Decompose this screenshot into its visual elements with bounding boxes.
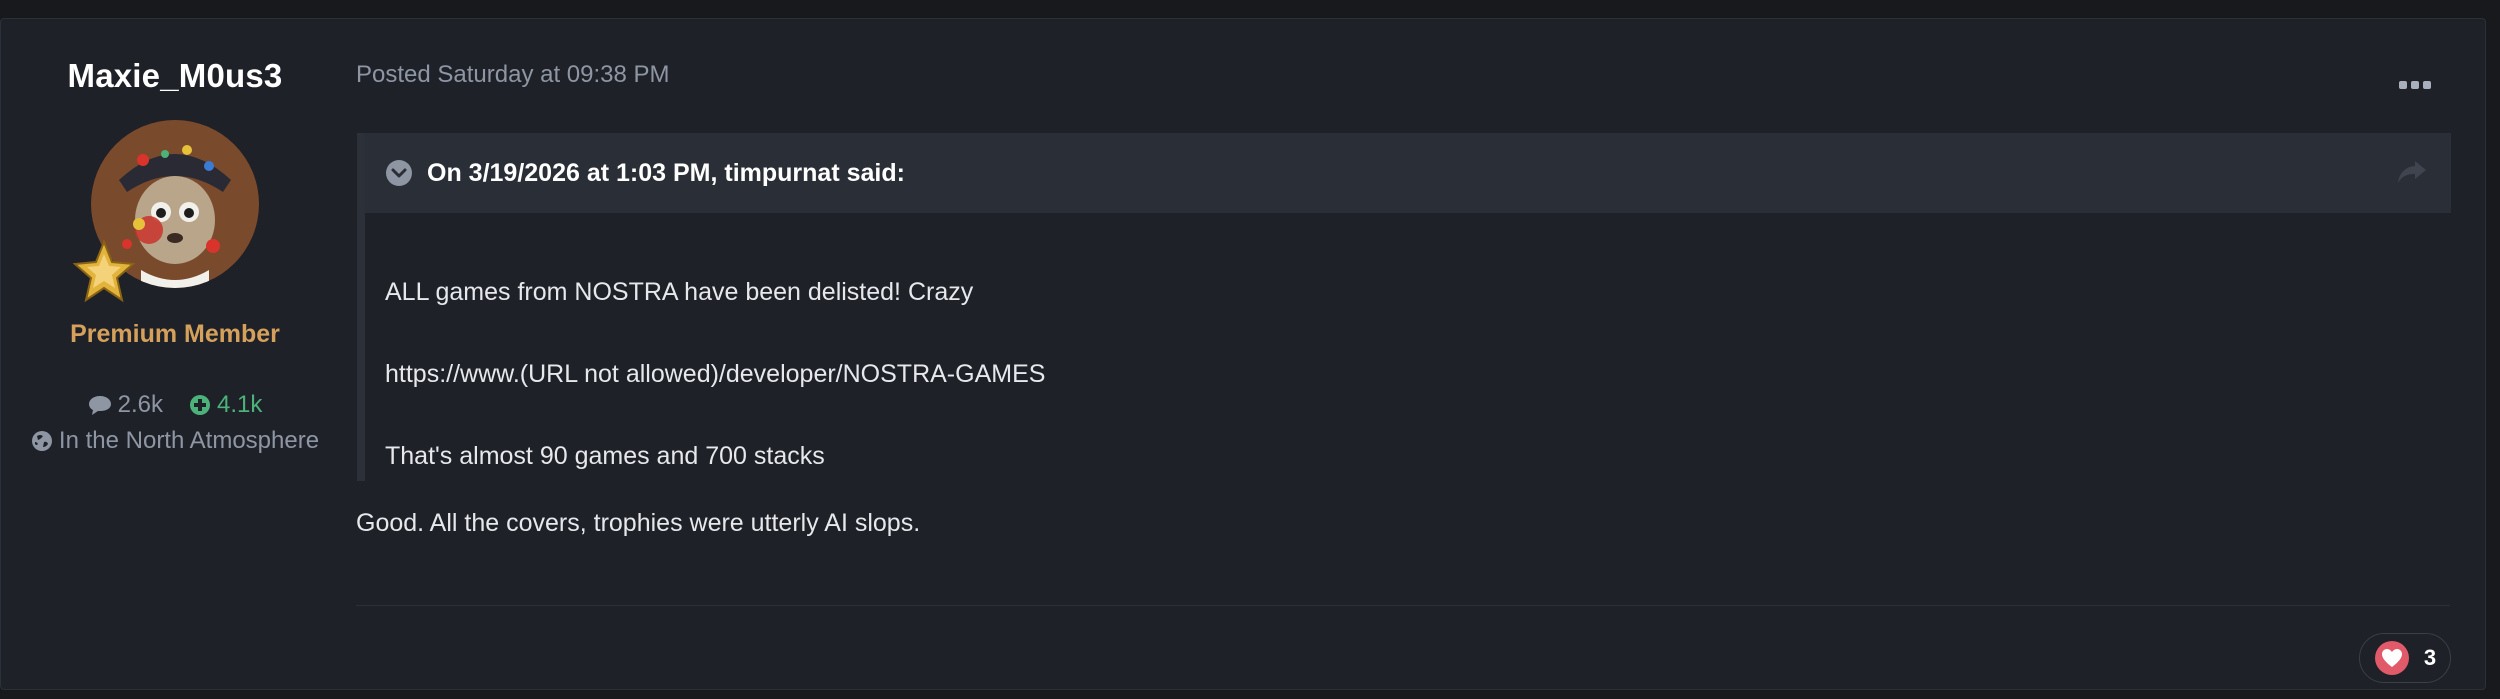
quote-block: On 3/19/2026 at 1:03 PM, timpurnat said:… [357, 133, 2451, 481]
reputation-value: 4.1k [217, 391, 263, 418]
quote-citation: On 3/19/2026 at 1:03 PM, timpurnat said: [427, 158, 905, 187]
post-divider [356, 605, 2450, 606]
plus-circle-icon [190, 395, 210, 415]
quote-line: ALL games from NOSTRA have been delisted… [385, 278, 974, 306]
post-date[interactable]: Posted Saturday at 09:38 PM [356, 61, 670, 89]
post-body-text: Good. All the covers, trophies were utte… [356, 509, 921, 537]
post-count-stat[interactable]: 2.6k [88, 391, 163, 419]
post-count-value: 2.6k [117, 391, 163, 418]
quote-header[interactable]: On 3/19/2026 at 1:03 PM, timpurnat said: [365, 133, 2451, 213]
forum-post: Maxie_M0us3 Premium Member 2.6k 4.1k In … [0, 18, 2486, 690]
quote-line: That's almost 90 games and 700 stacks [385, 442, 825, 470]
reaction-count: 3 [2423, 645, 2437, 670]
author-location: In the North Atmosphere [1, 427, 349, 455]
comment-icon [88, 396, 111, 415]
quote-body: ALL games from NOSTRA have been delisted… [385, 251, 1045, 497]
author-stats: 2.6k 4.1k [1, 391, 349, 419]
author-panel: Maxie_M0us3 Premium Member 2.6k 4.1k In … [1, 19, 349, 689]
member-group-title: Premium Member [70, 320, 280, 348]
share-arrow-icon[interactable] [2397, 159, 2427, 185]
chevron-down-circle-icon[interactable] [385, 159, 413, 187]
location-text: In the North Atmosphere [58, 427, 320, 454]
reaction-button[interactable]: 3 [2359, 633, 2451, 683]
more-options-icon[interactable] [2399, 79, 2433, 91]
quote-line: https://www.(URL not allowed)/developer/… [385, 360, 1046, 388]
reputation-stat[interactable]: 4.1k [189, 391, 262, 419]
avatar-container [72, 120, 259, 303]
globe-icon [31, 431, 52, 451]
heart-icon [2374, 641, 2409, 675]
author-name-link[interactable]: Maxie_M0us3 [1, 57, 349, 95]
rank-badge-icon [72, 239, 136, 303]
